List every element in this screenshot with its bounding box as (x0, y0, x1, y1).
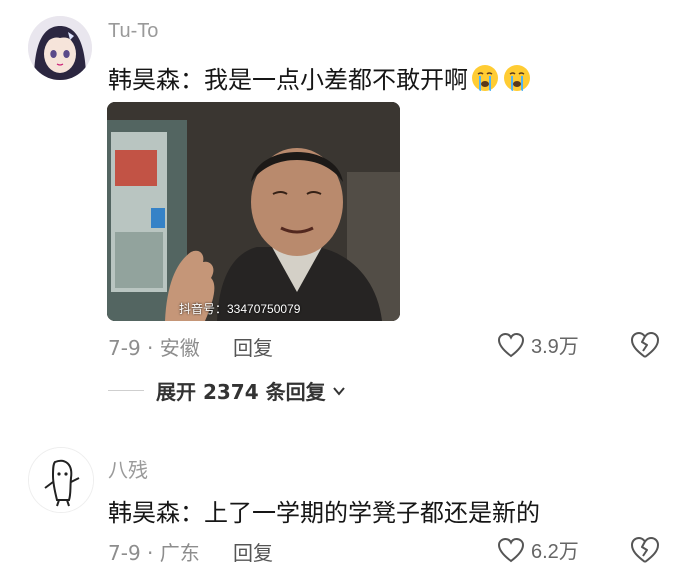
comment-location: 安徽 (159, 336, 200, 360)
comment-text: 韩昊森：我是一点小差都不敢开啊 (108, 60, 532, 95)
heart-icon (497, 537, 525, 562)
comment-date: 7-9 (108, 336, 141, 360)
heart-icon (497, 332, 525, 357)
expand-divider (108, 390, 144, 391)
comment-location: 广东 (159, 541, 200, 565)
comment-date: 7-9 (108, 541, 141, 565)
reply-button[interactable]: 回复 (233, 537, 273, 566)
crying-face-icon (472, 65, 498, 91)
meta-separator: · (140, 336, 160, 360)
user-avatar[interactable] (28, 447, 94, 513)
like-count: 6.2万 (531, 541, 579, 563)
broken-heart-icon[interactable] (630, 330, 660, 360)
expand-replies[interactable]: 展开 2374 条回复 (108, 376, 346, 405)
like-count: 3.9万 (531, 336, 579, 358)
comment-meta: 7-9 · 安徽 (108, 332, 200, 361)
image-watermark: 抖音号：33470750079 (179, 302, 301, 316)
broken-heart-icon[interactable] (630, 535, 660, 565)
movie-still-image (107, 102, 400, 321)
comment-text: 韩昊森：上了一学期的学凳子都还是新的 (108, 499, 540, 527)
anime-girl-avatar-icon (28, 16, 92, 80)
comment-text-body: 韩昊森：我是一点小差都不敢开啊 (108, 66, 468, 94)
user-avatar[interactable] (28, 16, 92, 80)
like-button[interactable]: 3.9万 (497, 330, 579, 359)
chevron-down-icon (332, 386, 345, 396)
expand-replies-label: 展开 2374 条回复 (156, 380, 326, 404)
comment-image[interactable]: 抖音号：33470750079 (107, 102, 400, 321)
meta-separator: · (140, 541, 160, 565)
reply-button[interactable]: 回复 (233, 332, 273, 361)
like-button[interactable]: 6.2万 (497, 535, 579, 564)
comment-username[interactable]: Tu-To (108, 20, 158, 43)
comment-username[interactable]: 八残 (108, 454, 148, 483)
crying-face-icon (504, 65, 530, 91)
comment-meta: 7-9 · 广东 (108, 537, 200, 566)
doodle-character-avatar-icon (29, 448, 93, 512)
